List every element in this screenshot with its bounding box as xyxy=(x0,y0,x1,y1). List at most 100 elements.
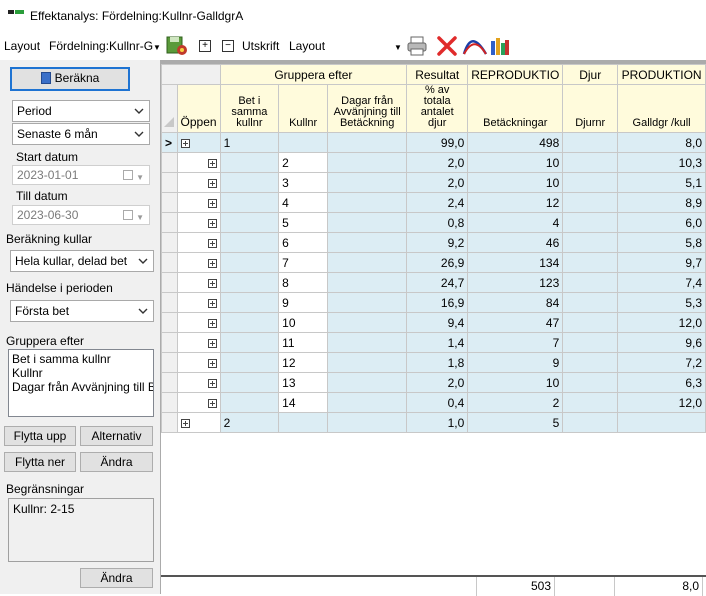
table-row[interactable]: 9 16,9 84 5,3 xyxy=(161,292,706,313)
expand-cell[interactable] xyxy=(176,392,221,413)
expand-cell[interactable] xyxy=(176,212,221,233)
row-header[interactable] xyxy=(161,392,178,413)
expand-icon[interactable] xyxy=(207,318,217,328)
expand-icon[interactable] xyxy=(207,278,217,288)
calendar-icon[interactable] xyxy=(123,210,133,220)
row-header[interactable] xyxy=(161,412,178,433)
expand-cell[interactable] xyxy=(176,312,221,333)
table-row[interactable]: 8 24,7 123 7,4 xyxy=(161,272,706,293)
table-row[interactable]: 6 9,2 46 5,8 xyxy=(161,232,706,253)
row-header[interactable] xyxy=(161,212,178,233)
row-header[interactable] xyxy=(161,232,178,253)
expand-icon[interactable] xyxy=(207,198,217,208)
expand-icon[interactable] xyxy=(207,398,217,408)
move-down-button[interactable]: Flytta ner xyxy=(4,452,76,472)
expand-cell[interactable] xyxy=(176,172,221,193)
calculate-button[interactable]: Beräkna xyxy=(10,67,130,91)
row-header[interactable] xyxy=(161,352,178,373)
expand-cell[interactable] xyxy=(176,232,221,253)
layout-dropdown[interactable]: Fördelning:Kullnr-G▼ xyxy=(49,39,161,53)
list-item[interactable]: Kullnr xyxy=(12,366,150,380)
table-row[interactable]: 7 26,9 134 9,7 xyxy=(161,252,706,273)
table-row[interactable]: 13 2,0 10 6,3 xyxy=(161,372,706,393)
litter-calc-select[interactable]: Hela kullar, delad bet xyxy=(10,250,154,272)
col-galldgr[interactable]: Galldgr /kull xyxy=(617,84,706,133)
expand-cell[interactable] xyxy=(176,372,221,393)
expand-cell[interactable] xyxy=(176,352,221,373)
table-row[interactable]: 14 0,4 2 12,0 xyxy=(161,392,706,413)
table-row[interactable]: 11 1,4 7 9,6 xyxy=(161,332,706,353)
print-layout-select[interactable]: Layout xyxy=(289,39,325,53)
close-icon[interactable] xyxy=(436,35,458,60)
row-header[interactable] xyxy=(161,332,178,353)
toolbar: Layout Fördelning:Kullnr-G▼ + − Utskrift… xyxy=(0,33,706,59)
table-row[interactable]: 12 1,8 9 7,2 xyxy=(161,352,706,373)
expand-icon[interactable] xyxy=(207,178,217,188)
row-header[interactable] xyxy=(161,292,178,313)
alternative-button[interactable]: Alternativ xyxy=(80,426,153,446)
expand-icon[interactable] xyxy=(207,238,217,248)
row-header[interactable] xyxy=(161,272,178,293)
change-limits-button[interactable]: Ändra xyxy=(80,568,153,588)
group-by-list[interactable]: Bet i samma kullnr Kullnr Dagar från Avv… xyxy=(8,349,154,417)
list-item[interactable]: Dagar från Avvänjning till Betäckning xyxy=(12,380,153,394)
expand-cell[interactable] xyxy=(176,132,221,153)
row-header[interactable]: > xyxy=(161,132,178,153)
expand-cell[interactable] xyxy=(176,252,221,273)
row-header[interactable] xyxy=(161,312,178,333)
range-select[interactable]: Senaste 6 mån xyxy=(12,123,150,145)
expand-icon[interactable] xyxy=(180,418,190,428)
expand-cell[interactable] xyxy=(176,272,221,293)
distribution-curve-icon[interactable] xyxy=(462,35,488,60)
list-item[interactable]: Bet i samma kullnr xyxy=(12,352,150,366)
row-header[interactable] xyxy=(161,152,178,173)
table-row[interactable]: 3 2,0 10 5,1 xyxy=(161,172,706,193)
col-kullnr[interactable]: Kullnr xyxy=(278,84,329,133)
collapse-all-icon[interactable]: − xyxy=(222,40,234,52)
row-header[interactable] xyxy=(161,252,178,273)
expand-cell[interactable] xyxy=(176,292,221,313)
row-header[interactable] xyxy=(161,172,178,193)
calendar-icon[interactable] xyxy=(123,170,133,180)
expand-cell[interactable] xyxy=(176,332,221,353)
table-row[interactable]: 2 1,0 5 xyxy=(161,412,706,433)
move-up-button[interactable]: Flytta upp xyxy=(4,426,76,446)
cell-kullnr: 9 xyxy=(278,292,329,313)
col-bet[interactable]: Bet i samma kullnr xyxy=(219,84,280,133)
printer-icon[interactable] xyxy=(406,35,428,60)
col-pct[interactable]: % av totala antalet djur xyxy=(406,84,469,133)
expand-icon[interactable] xyxy=(207,158,217,168)
expand-icon[interactable] xyxy=(207,258,217,268)
end-date-field[interactable]: 2023-06-30 ▼ xyxy=(12,205,150,225)
cell-dagar xyxy=(327,332,408,353)
period-select[interactable]: Period xyxy=(12,100,150,122)
col-bet-count[interactable]: Betäckningar xyxy=(467,84,564,133)
expand-cell[interactable] xyxy=(176,192,221,213)
start-date-field[interactable]: 2023-01-01 ▼ xyxy=(12,165,150,185)
expand-icon[interactable] xyxy=(207,338,217,348)
expand-all-icon[interactable]: + xyxy=(199,40,211,52)
expand-icon[interactable] xyxy=(207,218,217,228)
expand-cell[interactable] xyxy=(176,412,221,433)
row-header[interactable] xyxy=(161,372,178,393)
table-row[interactable]: 5 0,8 4 6,0 xyxy=(161,212,706,233)
expand-icon[interactable] xyxy=(207,358,217,368)
col-open[interactable]: Öppen xyxy=(176,84,221,133)
cell-galldgr: 10,3 xyxy=(617,152,706,173)
table-row[interactable]: 2 2,0 10 10,3 xyxy=(161,152,706,173)
table-row[interactable]: >1 99,0 498 8,0 xyxy=(161,132,706,153)
event-select[interactable]: Första bet xyxy=(10,300,154,322)
table-row[interactable]: 4 2,4 12 8,9 xyxy=(161,192,706,213)
table-row[interactable]: 10 9,4 47 12,0 xyxy=(161,312,706,333)
bar-chart-icon[interactable] xyxy=(490,35,510,60)
expand-cell[interactable] xyxy=(176,152,221,173)
save-layout-icon[interactable] xyxy=(166,34,188,59)
col-djurnr[interactable]: Djurnr xyxy=(562,84,619,133)
chevron-down-icon[interactable]: ▼ xyxy=(394,39,402,53)
collapse-icon[interactable] xyxy=(180,138,190,148)
expand-icon[interactable] xyxy=(207,378,217,388)
change-button[interactable]: Ändra xyxy=(80,452,153,472)
expand-icon[interactable] xyxy=(207,298,217,308)
row-header[interactable] xyxy=(161,192,178,213)
col-dagar[interactable]: Dagar från Avvänjning till Betäckning xyxy=(327,84,408,133)
